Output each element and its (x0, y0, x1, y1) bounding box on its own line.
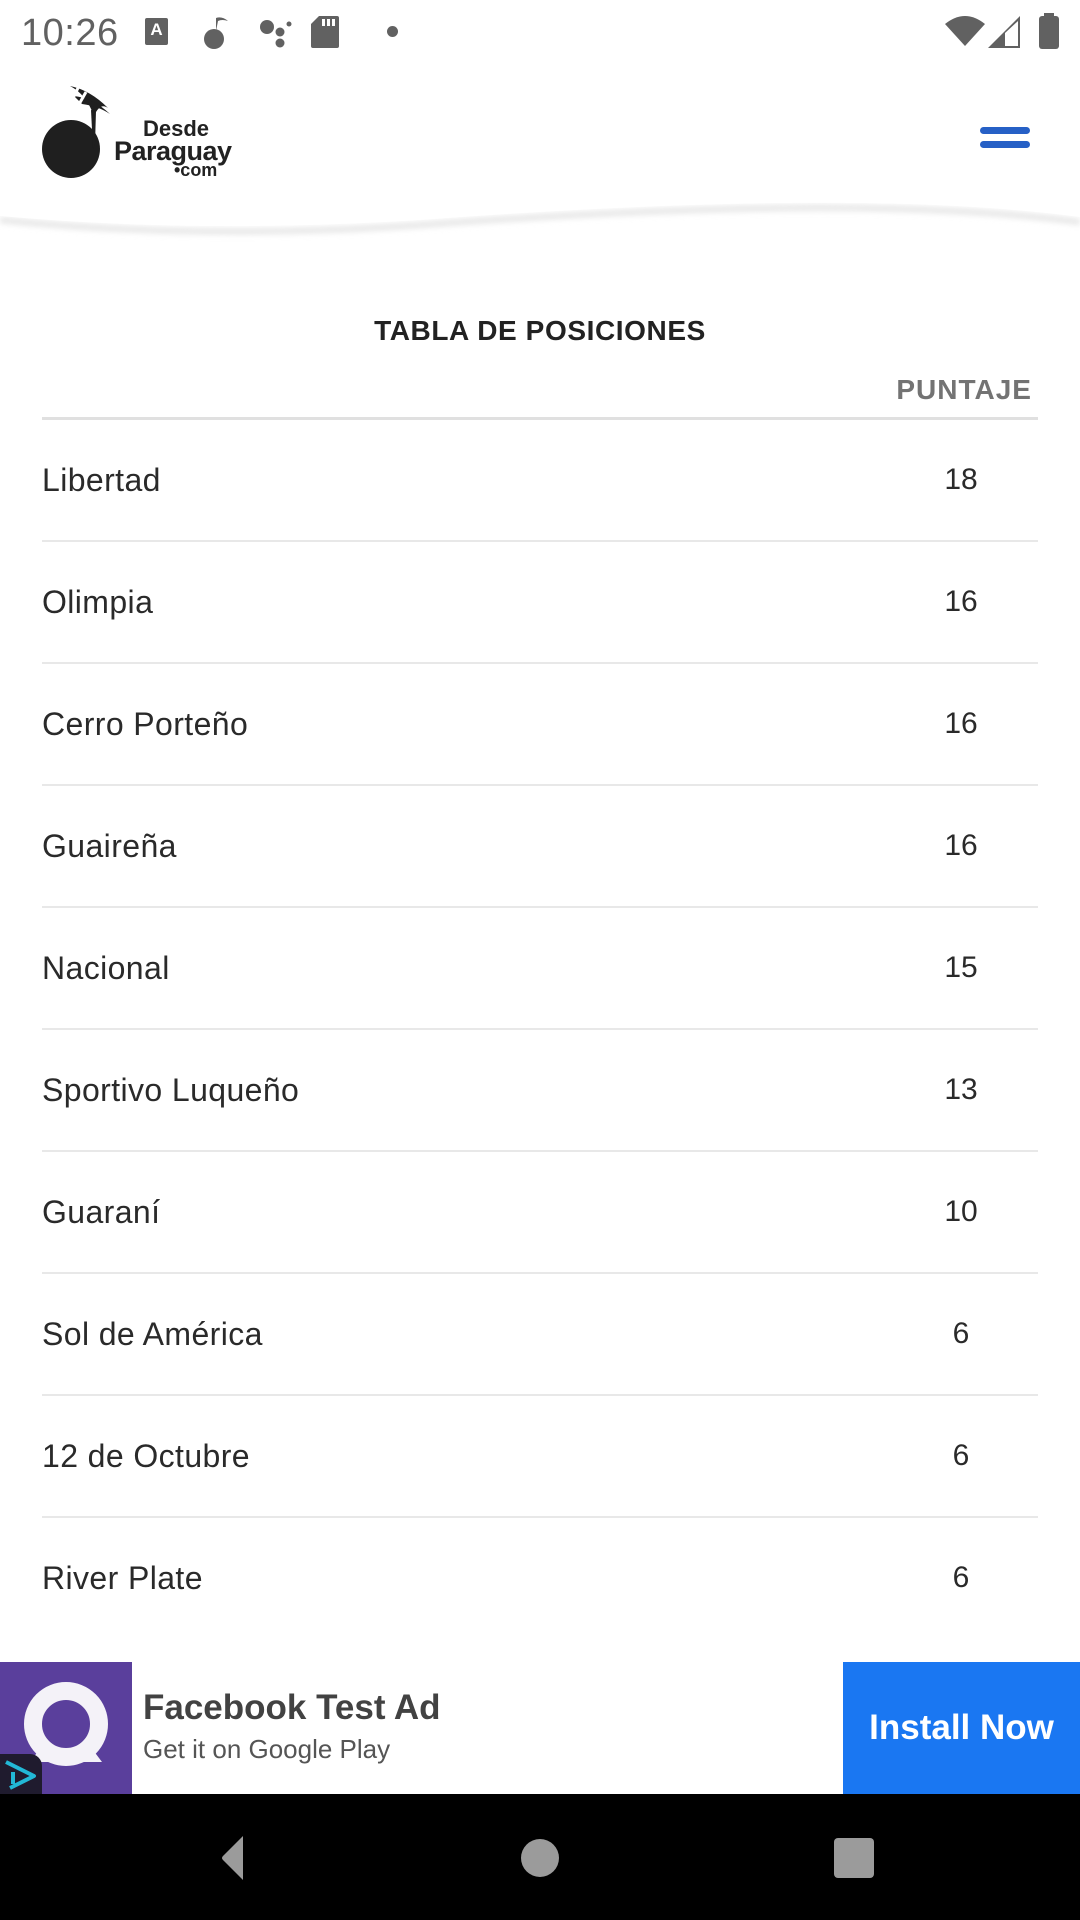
wave-divider (0, 190, 1080, 235)
music-note-icon (204, 17, 228, 49)
sd-card-icon (311, 16, 339, 48)
assistant-dots-icon (260, 20, 292, 48)
table-title: TABLA DE POSICIONES (374, 315, 706, 346)
ad-banner[interactable]: Facebook Test Ad Get it on Google Play I… (0, 1662, 1080, 1794)
table-row: Cerro Porteño 16 (42, 664, 1038, 786)
table-row: Nacional 15 (42, 908, 1038, 1030)
ad-app-icon[interactable] (0, 1662, 132, 1794)
table-row: 12 de Octubre 6 (42, 1396, 1038, 1518)
team-points: 16 (944, 585, 978, 618)
team-name: Sol de América (42, 1316, 263, 1352)
team-name: Libertad (42, 462, 161, 498)
back-icon (222, 1836, 243, 1880)
team-points: 18 (944, 463, 978, 496)
play-badge-icon (5, 1760, 36, 1790)
ad-choices-badge[interactable] (0, 1754, 42, 1794)
cellular-signal-icon (988, 16, 1020, 48)
status-time: 10:26 (21, 12, 119, 54)
team-points: 6 (952, 1317, 970, 1350)
install-now-button[interactable]: Install Now (843, 1662, 1080, 1794)
team-name: Sportivo Luqueño (42, 1072, 300, 1108)
team-points: 6 (952, 1439, 970, 1472)
home-button[interactable] (500, 1830, 580, 1886)
hamburger-menu-icon[interactable] (976, 120, 1034, 154)
system-nav-bar (0, 1794, 1080, 1920)
site-logo[interactable]: Desde Paraguay •com (38, 86, 248, 182)
team-points: 6 (952, 1561, 970, 1594)
score-column-header: PUNTAJE (896, 374, 1032, 405)
standings-table: TABLA DE POSICIONES PUNTAJE Libertad 18 Ol… (42, 310, 1038, 1640)
team-name: Nacional (42, 950, 170, 986)
team-name: Olimpia (42, 584, 154, 620)
dot-icon (387, 26, 398, 37)
team-points: 13 (944, 1073, 978, 1106)
table-row: Libertad 18 (42, 420, 1038, 542)
battery-icon (1039, 13, 1059, 49)
table-header: PUNTAJE (42, 352, 1038, 420)
table-row: River Plate 6 (42, 1518, 1038, 1640)
ad-subtitle: Get it on Google Play (143, 1734, 391, 1764)
logo-wordmark: Desde Paraguay •com (114, 118, 232, 180)
keyboard-a-icon: A (145, 18, 168, 45)
team-name: Cerro Porteño (42, 706, 249, 742)
team-points: 10 (944, 1195, 978, 1228)
team-points: 16 (944, 707, 978, 740)
wifi-icon (945, 16, 985, 46)
table-row: Sportivo Luqueño 13 (42, 1030, 1038, 1152)
team-points: 16 (944, 829, 978, 862)
table-row: Guaraní 10 (42, 1152, 1038, 1274)
team-name: River Plate (42, 1560, 203, 1596)
logo-line-2: Paraguay (114, 136, 232, 166)
table-row: Olimpia 16 (42, 542, 1038, 664)
team-points: 15 (944, 951, 978, 984)
table-body: Libertad 18 Olimpia 16 Cerro Porteño 16 Guaire… (42, 420, 1038, 1640)
team-name: 12 de Octubre (42, 1438, 250, 1474)
logo-note-icon (42, 86, 110, 178)
status-bar: 10:26 A (0, 0, 1080, 62)
hamburger-bar (980, 127, 1030, 134)
ad-title: Facebook Test Ad (143, 1688, 441, 1727)
home-icon (521, 1839, 559, 1877)
recents-button[interactable] (812, 1830, 892, 1886)
team-name: Guaireña (42, 828, 177, 864)
table-row: Sol de América 6 (42, 1274, 1038, 1396)
back-button[interactable] (185, 1830, 265, 1886)
team-name: Guaraní (42, 1194, 161, 1230)
table-row: Guaireña 16 (42, 786, 1038, 908)
recents-icon (834, 1838, 874, 1878)
hamburger-bar (980, 141, 1030, 148)
